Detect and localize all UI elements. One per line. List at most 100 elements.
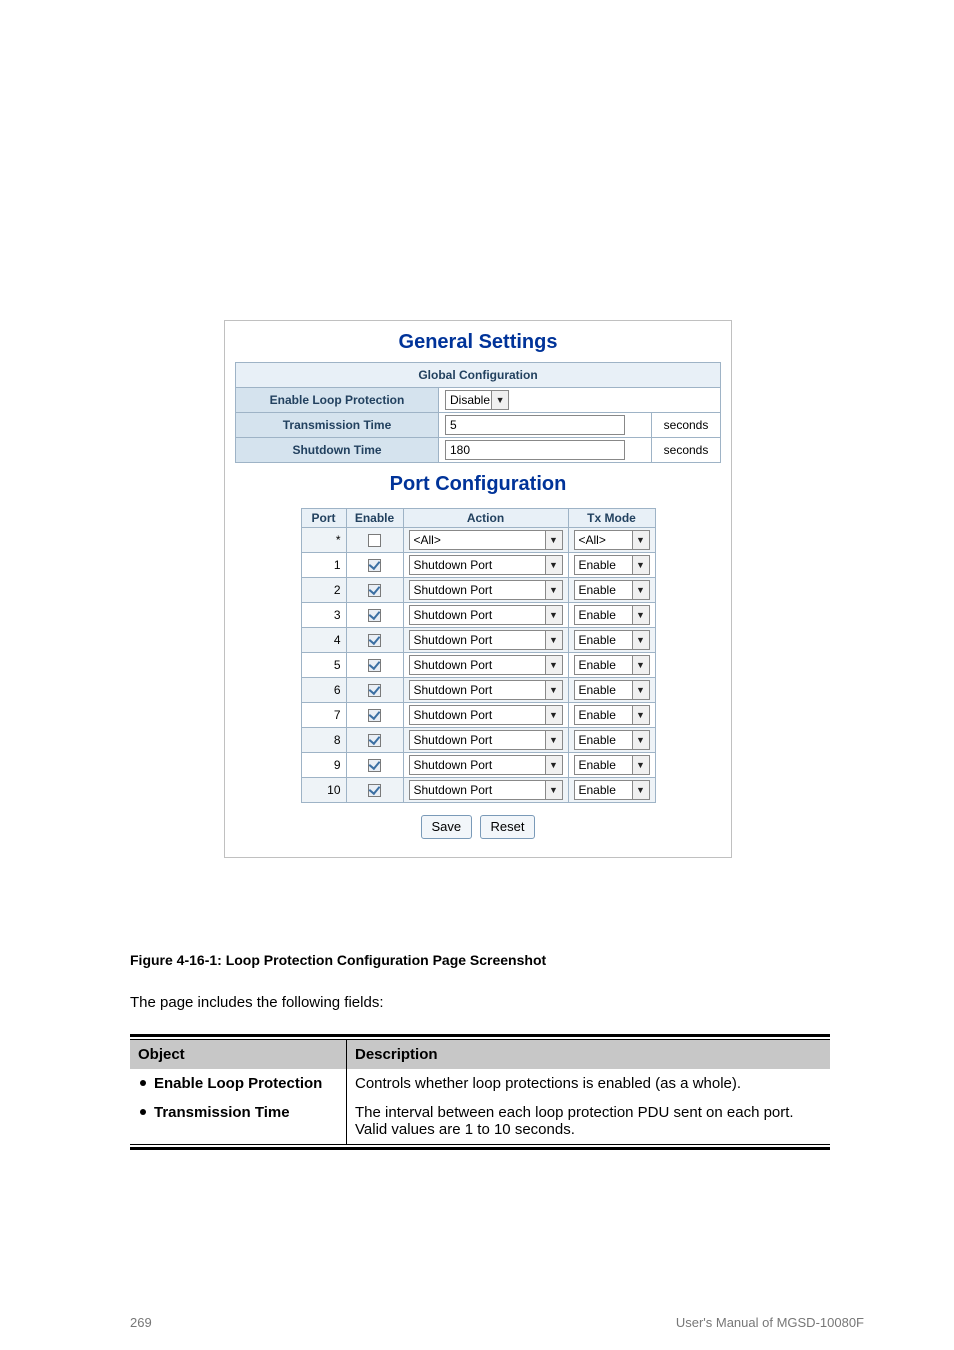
- enable-loop-label: Enable Loop Protection: [236, 388, 439, 413]
- port-cell: 9: [301, 753, 346, 778]
- table-row: 7 Shutdown Port▼ Enable▼: [301, 703, 655, 728]
- port-cell: 8: [301, 728, 346, 753]
- global-config-header: Global Configuration: [236, 363, 721, 388]
- global-config-table: Global Configuration Enable Loop Protect…: [235, 362, 721, 463]
- general-settings-title: General Settings: [225, 331, 731, 354]
- port-cell: 1: [301, 553, 346, 578]
- enable-checkbox[interactable]: [368, 734, 381, 747]
- page-footer: 269 User's Manual of MGSD-10080F: [0, 1315, 954, 1330]
- action-select[interactable]: Shutdown Port▼: [409, 730, 563, 750]
- enable-checkbox[interactable]: [368, 709, 381, 722]
- txmode-select[interactable]: Enable▼: [574, 680, 650, 700]
- txmode-select[interactable]: Enable▼: [574, 780, 650, 800]
- txmode-select[interactable]: Enable▼: [574, 580, 650, 600]
- bullet-icon: [140, 1080, 146, 1086]
- chevron-down-icon: ▼: [545, 781, 562, 799]
- page-number: 269: [130, 1315, 152, 1330]
- action-select[interactable]: Shutdown Port▼: [409, 780, 563, 800]
- chevron-down-icon: ▼: [632, 706, 649, 724]
- table-row: 5 Shutdown Port▼ Enable▼: [301, 653, 655, 678]
- chevron-down-icon: ▼: [632, 681, 649, 699]
- enable-loop-select[interactable]: Disable ▼: [445, 390, 509, 410]
- chevron-down-icon: ▼: [632, 731, 649, 749]
- port-config-table: Port Enable Action Tx Mode *<All>▼<All>▼…: [301, 508, 656, 803]
- table-row: 4 Shutdown Port▼ Enable▼: [301, 628, 655, 653]
- enable-checkbox[interactable]: [368, 784, 381, 797]
- object-name: Transmission Time: [154, 1104, 290, 1121]
- table-row: 8 Shutdown Port▼ Enable▼: [301, 728, 655, 753]
- chevron-down-icon: ▼: [545, 606, 562, 624]
- tx-time-label: Transmission Time: [236, 413, 439, 438]
- chevron-down-icon: ▼: [545, 756, 562, 774]
- txmode-select[interactable]: Enable▼: [574, 705, 650, 725]
- enable-checkbox[interactable]: [368, 584, 381, 597]
- chevron-down-icon: ▼: [545, 581, 562, 599]
- txmode-select[interactable]: Enable▼: [574, 730, 650, 750]
- port-cell: 4: [301, 628, 346, 653]
- enable-checkbox[interactable]: [368, 759, 381, 772]
- col-tx: Tx Mode: [568, 509, 655, 528]
- object-description: The interval between each loop protectio…: [347, 1098, 831, 1144]
- action-select[interactable]: Shutdown Port▼: [409, 580, 563, 600]
- table-row: 6Shutdown Port▼Enable▼: [301, 678, 655, 703]
- object-name: Enable Loop Protection: [154, 1075, 322, 1092]
- shutdown-time-input[interactable]: 180: [445, 440, 625, 460]
- port-cell: 3: [301, 603, 346, 628]
- chevron-down-icon: ▼: [632, 756, 649, 774]
- chevron-down-icon: ▼: [632, 781, 649, 799]
- chevron-down-icon: ▼: [545, 531, 562, 549]
- action-select[interactable]: Shutdown Port▼: [409, 705, 563, 725]
- config-screenshot: General Settings Global Configuration En…: [224, 320, 732, 858]
- action-select[interactable]: Shutdown Port▼: [409, 555, 563, 575]
- chevron-down-icon: ▼: [545, 731, 562, 749]
- figure-text: Loop Protection Configuration Page Scree…: [226, 952, 546, 968]
- desc-head-object: Object: [130, 1040, 347, 1069]
- figure-number: Figure 4-16-1:: [130, 952, 222, 968]
- action-select[interactable]: <All>▼: [409, 530, 563, 550]
- enable-checkbox[interactable]: [368, 634, 381, 647]
- reset-button[interactable]: Reset: [480, 815, 536, 839]
- action-select[interactable]: Shutdown Port▼: [409, 630, 563, 650]
- shutdown-time-unit: seconds: [652, 438, 721, 463]
- port-cell: 2: [301, 578, 346, 603]
- action-select[interactable]: Shutdown Port▼: [409, 655, 563, 675]
- txmode-select[interactable]: Enable▼: [574, 755, 650, 775]
- txmode-select[interactable]: Enable▼: [574, 555, 650, 575]
- tx-time-input[interactable]: 5: [445, 415, 625, 435]
- txmode-select[interactable]: Enable▼: [574, 630, 650, 650]
- figure-caption: Figure 4-16-1: Loop Protection Configura…: [130, 952, 546, 968]
- txmode-select[interactable]: <All>▼: [574, 530, 650, 550]
- enable-checkbox[interactable]: [368, 659, 381, 672]
- desc-head-description: Description: [347, 1040, 831, 1069]
- table-row: 9 Shutdown Port▼ Enable▼: [301, 753, 655, 778]
- chevron-down-icon: ▼: [545, 556, 562, 574]
- col-port: Port: [301, 509, 346, 528]
- intro-paragraph: The page includes the following fields:: [130, 994, 384, 1011]
- port-cell: *: [301, 528, 346, 553]
- enable-checkbox[interactable]: [368, 534, 381, 547]
- action-select[interactable]: Shutdown Port▼: [409, 755, 563, 775]
- save-button[interactable]: Save: [421, 815, 473, 839]
- table-row: 3 Shutdown Port▼ Enable▼: [301, 603, 655, 628]
- action-select[interactable]: Shutdown Port▼: [409, 680, 563, 700]
- port-cell: 5: [301, 653, 346, 678]
- object-description: Controls whether loop protections is ena…: [347, 1069, 831, 1098]
- desc-row: Transmission Time The interval between ea…: [130, 1098, 830, 1144]
- action-select[interactable]: Shutdown Port▼: [409, 605, 563, 625]
- chevron-down-icon: ▼: [632, 606, 649, 624]
- col-enable: Enable: [346, 509, 403, 528]
- chevron-down-icon: ▼: [545, 706, 562, 724]
- table-row: 1 Shutdown Port▼ Enable▼: [301, 553, 655, 578]
- enable-loop-value: Disable: [450, 393, 490, 407]
- enable-checkbox[interactable]: [368, 559, 381, 572]
- port-cell: 10: [301, 778, 346, 803]
- object-description-table: Object Description Enable Loop Protectio…: [130, 1034, 830, 1150]
- txmode-select[interactable]: Enable▼: [574, 655, 650, 675]
- chevron-down-icon: ▼: [632, 581, 649, 599]
- txmode-select[interactable]: Enable▼: [574, 605, 650, 625]
- table-row: * <All>▼ <All>▼: [301, 528, 655, 553]
- enable-checkbox[interactable]: [368, 684, 381, 697]
- enable-checkbox[interactable]: [368, 609, 381, 622]
- port-cell: 7: [301, 703, 346, 728]
- port-config-title: Port Configuration: [225, 473, 731, 496]
